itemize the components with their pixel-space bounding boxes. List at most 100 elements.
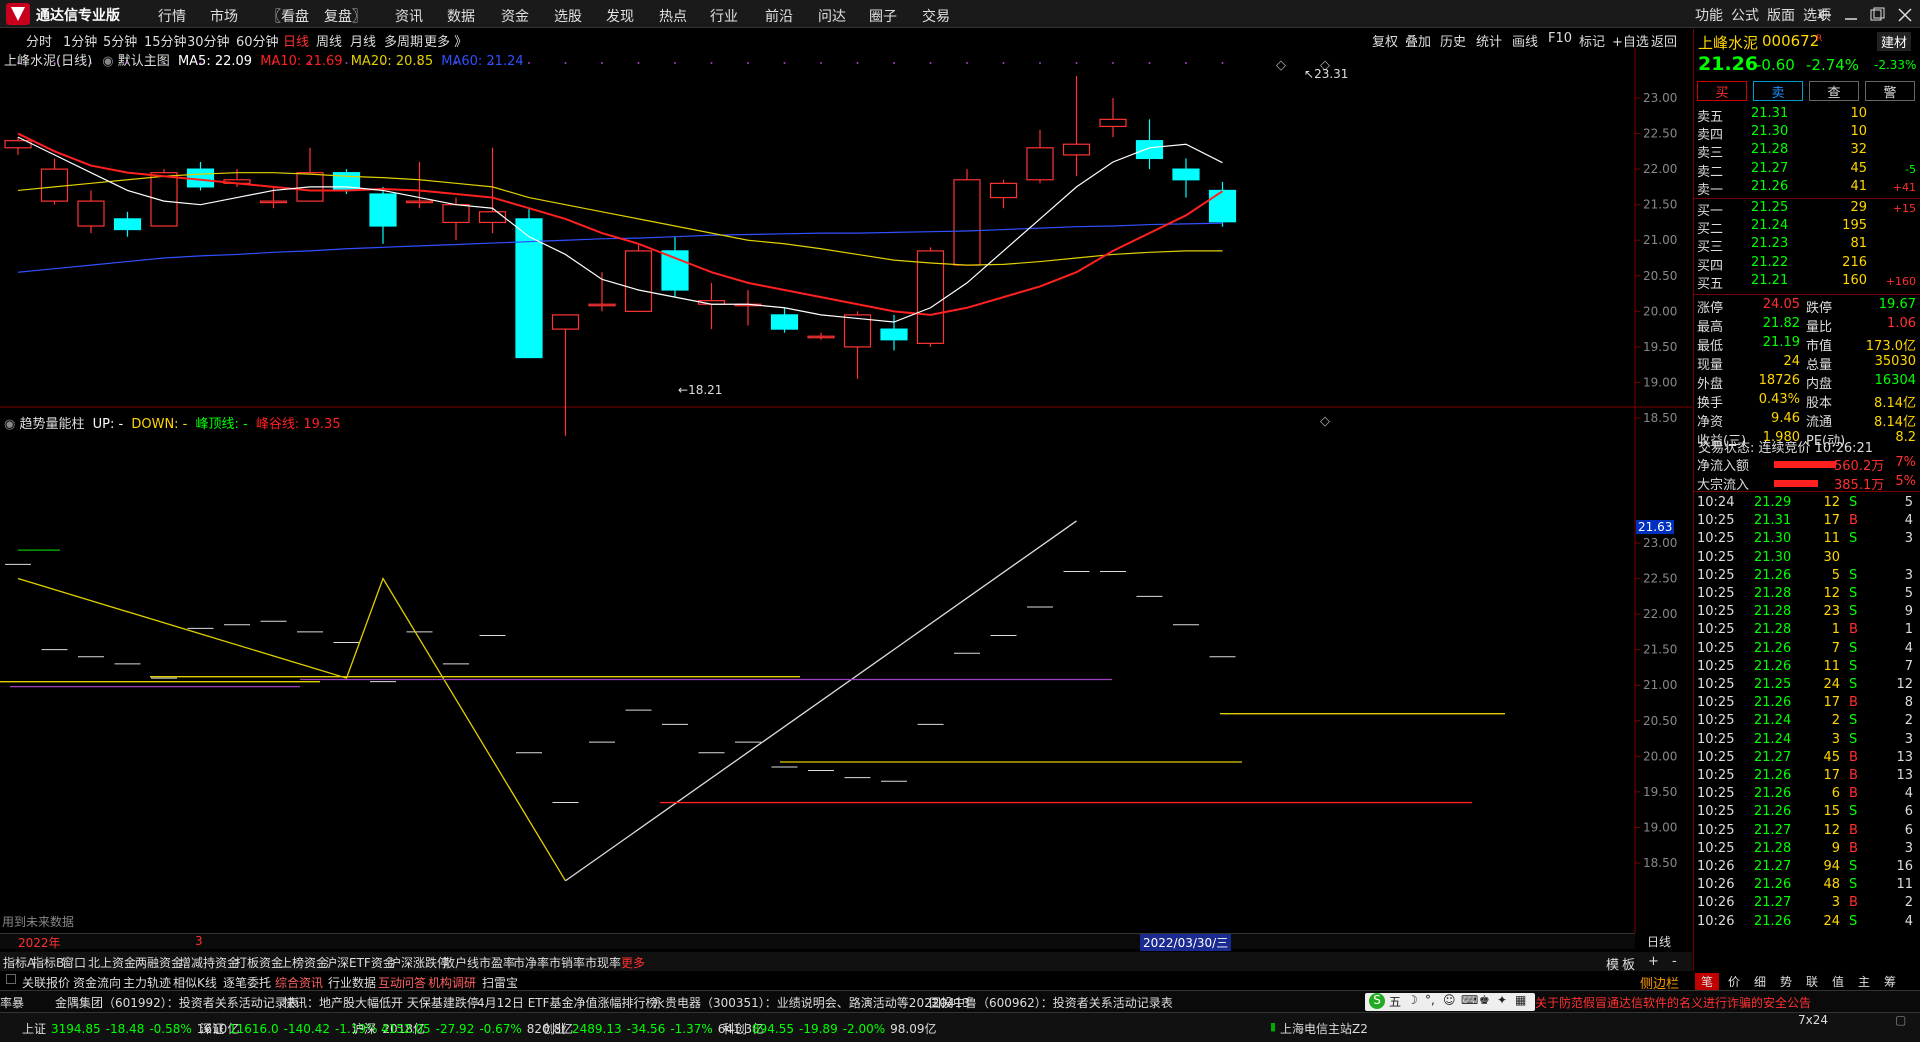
menu-item-9[interactable]: 热点 — [659, 6, 687, 26]
news-item-1[interactable]: 金隅集团（601992）：投资者关系活动记录表 — [55, 994, 299, 1011]
ime-button-4[interactable]: ⌨ — [1461, 993, 1478, 1007]
candle-body-32[interactable] — [1172, 168, 1200, 181]
side-tab-5[interactable]: 值 — [1826, 973, 1850, 990]
index-4[interactable]: 科创 894.55 -19.89 -2.00% 98.09亿 — [723, 1020, 937, 1037]
news-item-2[interactable]: 快讯：地产股大幅低开 天保基建跌停 — [283, 994, 479, 1011]
candle-body-4[interactable] — [150, 172, 178, 227]
ime-button-2[interactable]: °, — [1425, 993, 1435, 1007]
indicator-tab-6[interactable]: 打板资金 — [235, 954, 283, 971]
side-tab-6[interactable]: 主 — [1852, 973, 1876, 990]
candle-body-17[interactable] — [624, 250, 653, 312]
indicator-tab-0[interactable]: 指标A — [3, 954, 35, 971]
indicator-tab-1[interactable]: 指标B — [32, 954, 64, 971]
candle-body-15[interactable] — [551, 314, 580, 330]
candle-body-14[interactable] — [515, 218, 543, 359]
candle-body-29[interactable] — [1062, 143, 1091, 156]
candle-body-2[interactable] — [77, 200, 105, 227]
indicator-tab-15[interactable]: 更多 — [621, 954, 645, 971]
candle-body-33[interactable] — [1208, 189, 1237, 223]
menu-item-8[interactable]: 发现 — [606, 6, 634, 26]
info-tab-0[interactable]: 关联报价 — [22, 974, 70, 991]
news-item-4[interactable]: 永贵电器（300351）：业绩说明会、路演活动等20220413 — [653, 994, 970, 1011]
candle-body-26[interactable] — [953, 179, 981, 266]
ime-button-7[interactable]: ▦ — [1515, 993, 1526, 1007]
eye-icon[interactable]: ◉ — [102, 54, 113, 69]
candle-body-12[interactable] — [442, 204, 470, 224]
indicator-tab-8[interactable]: 沪深ETF资金 — [325, 954, 395, 971]
menu-item-12[interactable]: 问达 — [818, 6, 846, 26]
tool-5[interactable]: F10 — [1548, 31, 1572, 46]
buy-button[interactable]: 买 — [1697, 81, 1747, 101]
candle-body-21[interactable] — [770, 314, 799, 330]
period-indicator[interactable]: 日线 — [1647, 933, 1671, 950]
candle-body-28[interactable] — [1026, 147, 1054, 181]
side-tab-7[interactable]: 筹 — [1878, 973, 1902, 990]
candle-body-7[interactable] — [259, 200, 288, 204]
menu-item-4[interactable]: 资讯 — [395, 6, 423, 26]
ime-button-6[interactable]: ✦ — [1497, 993, 1507, 1007]
info-tab-4[interactable]: 逐笔委托 — [223, 974, 271, 991]
side-tab-2[interactable]: 细 — [1748, 973, 1772, 990]
side-tab-0[interactable]: 笔 — [1695, 973, 1720, 990]
zoom-out-button[interactable]: - — [1672, 954, 1677, 969]
menu-formula[interactable]: 公式 — [1731, 5, 1759, 25]
indicator-tab-13[interactable]: 市销率 — [549, 954, 585, 971]
ime-button-0[interactable]: 五 — [1389, 993, 1401, 1010]
news-item-7[interactable]: 关于防范假冒通达信软件的名义进行诈骗的安全公告 — [1535, 994, 1811, 1011]
side-tab-1[interactable]: 价 — [1722, 973, 1746, 990]
indicator-tab-3[interactable]: 北上资金 — [88, 954, 136, 971]
indicator-tab-12[interactable]: 市净率 — [513, 954, 549, 971]
candle-body-31[interactable] — [1135, 140, 1164, 160]
indicator-tab-4[interactable]: 两融资金 — [135, 954, 183, 971]
indicator-tab-7[interactable]: 上榜资金 — [280, 954, 328, 971]
candle-body-16[interactable] — [588, 303, 616, 307]
restore-icon[interactable] — [1870, 7, 1885, 21]
indicator-tab-5[interactable]: 增减持资金 — [179, 954, 239, 971]
ime-toolbar[interactable]: S 五 ☽ °, ☺ ⌨ ♚ ✦ ▦ — [1365, 993, 1535, 1011]
candle-body-22[interactable] — [807, 335, 835, 339]
alert-button[interactable]: 警 — [1865, 81, 1915, 101]
candle-body-10[interactable] — [369, 193, 397, 227]
server-name[interactable]: 上海电信主站Z2 — [1280, 1020, 1368, 1037]
candle-body-1[interactable] — [40, 168, 69, 202]
check-button[interactable]: 查 — [1809, 81, 1859, 101]
back-arrow-icon[interactable] — [1818, 9, 1831, 21]
side-tab-4[interactable]: 联 — [1800, 973, 1824, 990]
candle-body-30[interactable] — [1099, 118, 1127, 128]
ime-button-1[interactable]: ☽ — [1407, 993, 1418, 1007]
kline-chart[interactable]: 23.00 23.00 22.50 22.50 22.00 22.00 21.50 21.50… — [0, 48, 1692, 950]
info-tab-2[interactable]: 主力轨迹 — [123, 974, 171, 991]
ime-logo-icon[interactable]: S — [1369, 993, 1385, 1009]
candle-body-24[interactable] — [880, 328, 908, 341]
menu-item-2[interactable]: 〖看盘 — [267, 6, 309, 26]
candle-body-13[interactable] — [478, 211, 507, 224]
info-tab-8[interactable]: 机构调研 — [428, 974, 476, 991]
candle-body-11[interactable] — [405, 200, 434, 204]
menu-item-1[interactable]: 市场 — [210, 6, 238, 26]
close-icon[interactable] — [1898, 8, 1912, 22]
menu-item-14[interactable]: 交易 — [922, 6, 950, 26]
indicator-tab-14[interactable]: 市现率 — [585, 954, 621, 971]
info-tab-5[interactable]: 综合资讯 — [275, 974, 323, 991]
indicator-tab-9[interactable]: 沪深涨跌停 — [389, 954, 449, 971]
info-tab-1[interactable]: 资金流向 — [73, 974, 121, 991]
news-item-3[interactable]: 4月12日 ETF基金净值涨幅排行榜 — [477, 994, 658, 1011]
menu-item-7[interactable]: 选股 — [554, 6, 582, 26]
ime-button-5[interactable]: ♚ — [1479, 993, 1490, 1007]
main-chart-label[interactable]: 默认主图 — [118, 54, 170, 69]
news-item-0[interactable]: 率暴 — [0, 994, 24, 1011]
info-tab-3[interactable]: 相似K线 — [173, 974, 217, 991]
info-tab-9[interactable]: 扫雷宝 — [482, 974, 518, 991]
menu-function[interactable]: 功能 — [1695, 5, 1723, 25]
menu-item-3[interactable]: 复盘〗 — [324, 6, 366, 26]
panel-toggle-icon[interactable] — [6, 974, 16, 984]
indicator-tab-2[interactable]: 窗口 — [62, 954, 86, 971]
menu-item-6[interactable]: 资金 — [501, 6, 529, 26]
zoom-in-button[interactable]: + — [1648, 954, 1659, 969]
index-2[interactable]: 沪深 4152.05 -27.92 -0.67% 820.8亿 — [352, 1020, 573, 1037]
sell-button[interactable]: 卖 — [1753, 81, 1803, 101]
menu-item-11[interactable]: 前沿 — [765, 6, 793, 26]
info-tab-6[interactable]: 行业数据 — [328, 974, 376, 991]
candle-body-18[interactable] — [661, 250, 689, 291]
indicator-tab-11[interactable]: 市盈率 — [479, 954, 515, 971]
